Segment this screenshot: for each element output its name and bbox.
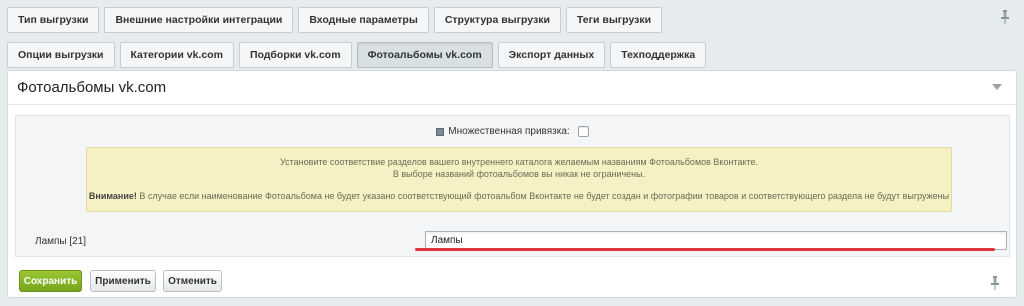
panel-body: Множественная привязка: Установите соотв… [15,115,1010,257]
panel-header: Фотоальбомы vk.com [8,71,1016,105]
annotation-underline-input [415,248,995,251]
multi-binding-row: Множественная привязка: [16,126,1009,137]
tab-vk-photoalbums[interactable]: Фотоальбомы vk.com [356,42,493,68]
tab-external-integration-settings[interactable]: Внешние настройки интеграции [104,7,294,33]
apply-button[interactable]: Применить [90,270,156,292]
pin-icon[interactable] [1000,10,1010,24]
tab-export-options[interactable]: Опции выгрузки [7,42,115,68]
panel-title: Фотоальбомы vk.com [17,79,167,96]
tab-vk-categories[interactable]: Категории vk.com [119,42,234,68]
tab-input-parameters[interactable]: Входные параметры [298,7,429,33]
pin-bottom-icon[interactable] [990,276,1000,290]
sub-tab-bar: Опции выгрузки Категории vk.com Подборки… [7,42,707,68]
hint-icon[interactable] [436,127,445,136]
photoalbums-panel: Фотоальбомы vk.com Множественная привязк… [7,70,1017,298]
save-button[interactable]: Сохранить [19,270,82,292]
tab-export-structure[interactable]: Структура выгрузки [433,7,561,33]
album-field-label: Лампы [21] [35,236,87,247]
multi-binding-checkbox[interactable] [577,126,589,137]
top-tab-bar: Тип выгрузки Внешние настройки интеграци… [7,7,663,33]
notice-box: Установите соответствие разделов вашего … [86,147,952,212]
tab-data-export[interactable]: Экспорт данных [497,42,606,68]
notice-warning-text: В случае если наименование Фотоальбома н… [136,191,950,201]
tab-export-tags[interactable]: Теги выгрузки [565,7,663,33]
notice-line-1: Установите соответствие разделов вашего … [279,157,759,167]
notice-warning-label: Внимание! [88,191,137,201]
tab-vk-collections[interactable]: Подборки vk.com [238,42,352,68]
notice-line-2: В выборе названий фотоальбомов вы никак … [392,168,646,179]
notice-warning: Внимание! В случае если наименование Фот… [87,191,951,203]
collapse-icon[interactable] [992,84,1002,90]
tab-support[interactable]: Техподдержка [610,42,707,68]
tab-export-type[interactable]: Тип выгрузки [7,7,100,33]
cancel-button[interactable]: Отменить [163,270,222,292]
multi-binding-label: Множественная привязка: [448,126,570,137]
